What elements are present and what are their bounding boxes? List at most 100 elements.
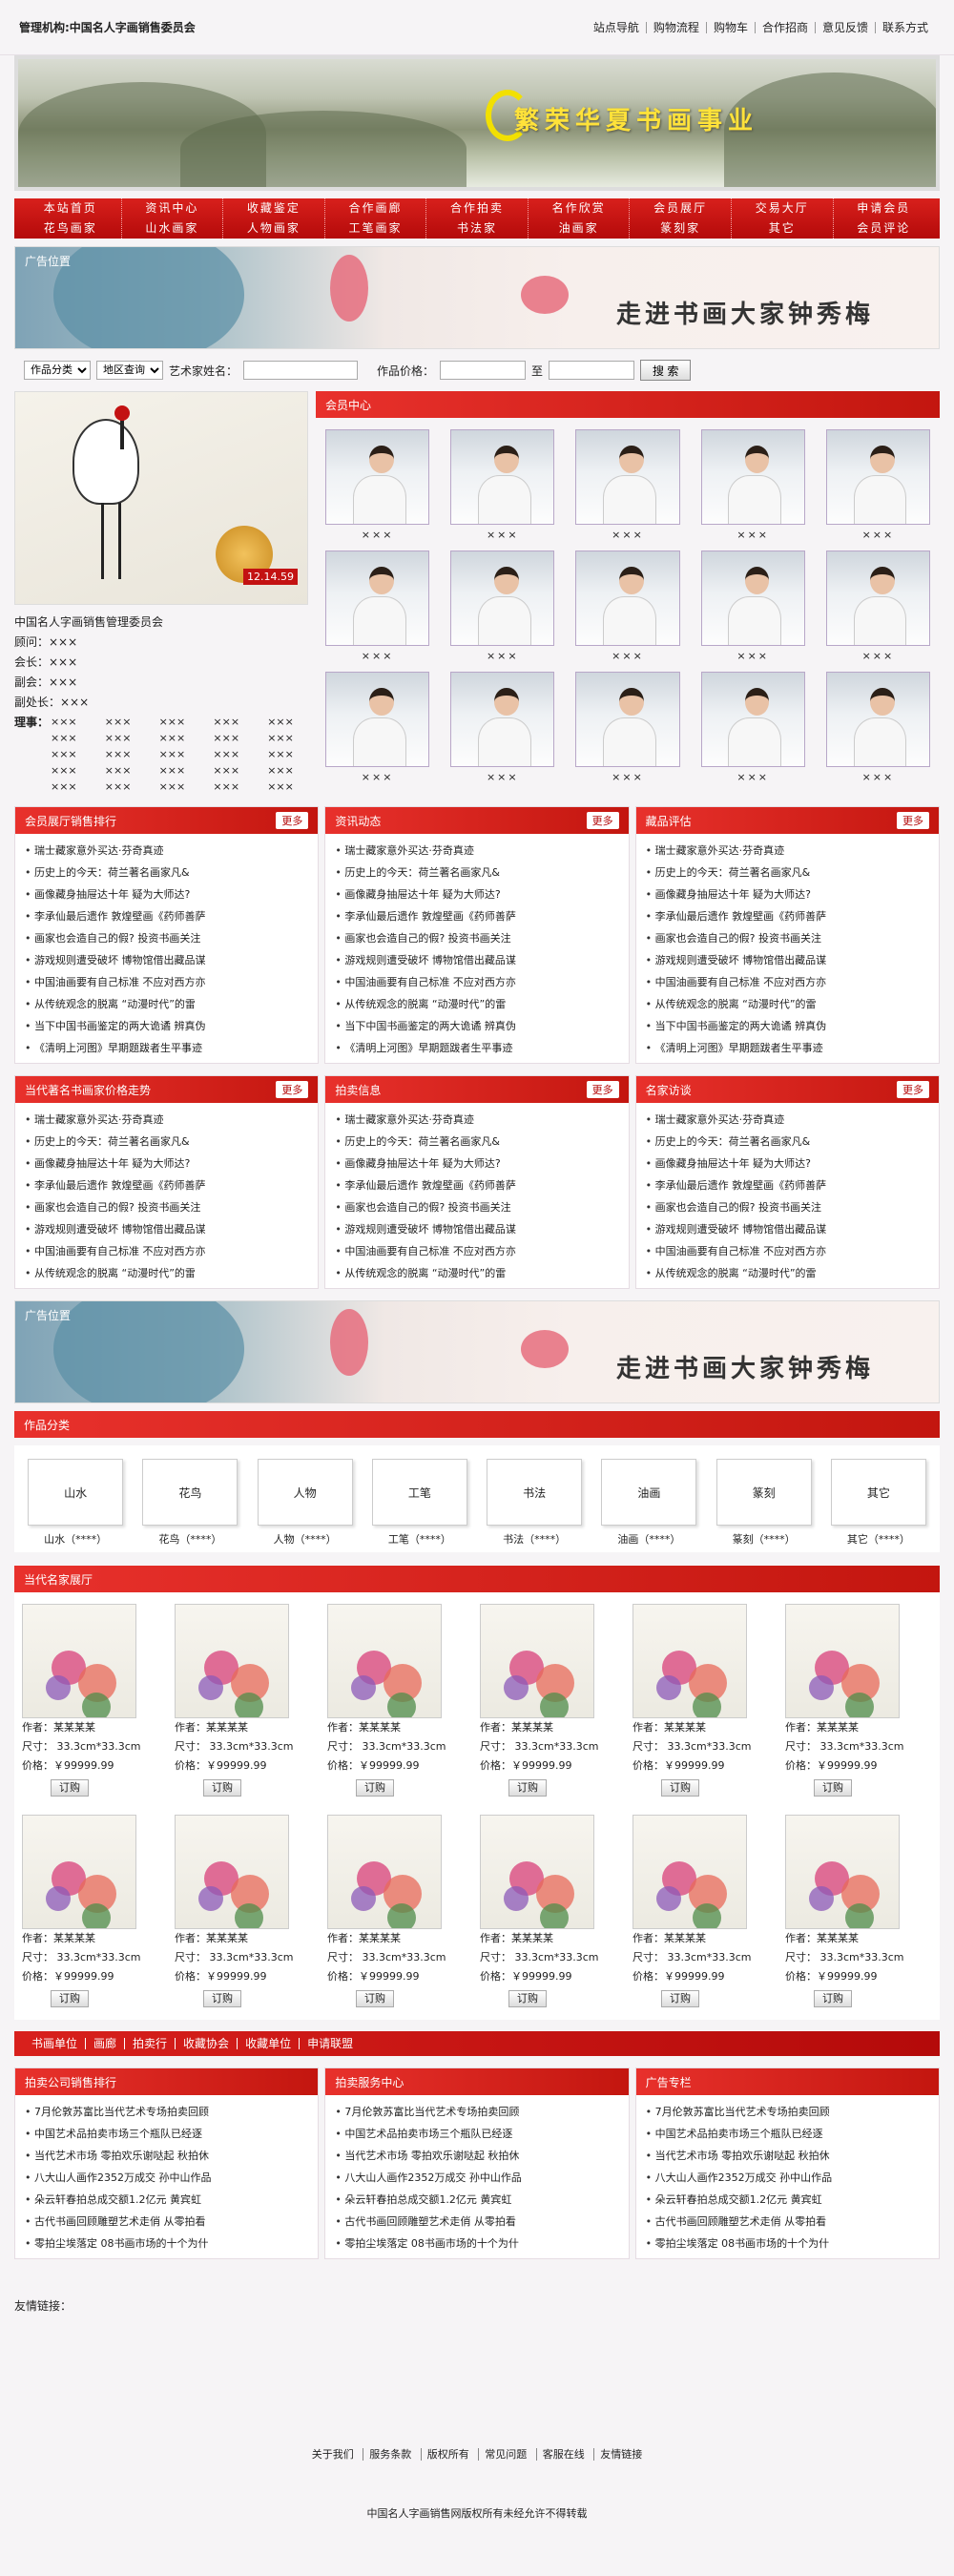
news-item[interactable]: 历史上的今天：荷兰著名画家凡& <box>646 862 933 883</box>
top-link-partner[interactable]: 合作招商 <box>754 21 815 33</box>
member-name[interactable]: ××× <box>325 650 429 662</box>
member-card[interactable]: ××× <box>575 672 680 783</box>
member-photo[interactable] <box>450 672 555 767</box>
news-item[interactable]: 中国艺术品拍卖市场三个瓶队已经逐 <box>646 2123 933 2145</box>
news-item[interactable]: 八大山人画作2352万成交 孙中山作品 <box>335 2167 622 2189</box>
member-card[interactable]: ××× <box>825 429 930 541</box>
member-card[interactable]: ××× <box>825 672 930 783</box>
news-item[interactable]: 画像藏身抽屉达十年 疑为大师达? <box>335 883 622 905</box>
work-type-caption[interactable]: 书法（****） <box>487 1531 582 1547</box>
news-item[interactable]: 7月伦敦苏富比当代艺术专场拍卖回顾 <box>646 2101 933 2123</box>
more-link[interactable]: 更多 <box>896 1081 929 1098</box>
footer-link[interactable]: 版权所有 <box>420 2448 475 2461</box>
more-link[interactable]: 更多 <box>586 812 619 829</box>
news-item[interactable]: 李承仙最后遗作 敦煌壁画《药师善萨 <box>25 1174 312 1196</box>
news-item[interactable]: 历史上的今天：荷兰著名画家凡& <box>646 1131 933 1153</box>
artwork-image[interactable] <box>175 1815 289 1929</box>
nav-item[interactable]: 资讯中心 <box>122 198 224 218</box>
news-item[interactable]: 《清明上河图》早期题跋者生平事迹 <box>646 1037 933 1059</box>
news-item[interactable]: 中国油画要有自己标准 不应对西方亦 <box>646 1240 933 1262</box>
news-item[interactable]: 画像藏身抽屉达十年 疑为大师达? <box>646 1153 933 1174</box>
top-link-feedback[interactable]: 意见反馈 <box>814 21 875 33</box>
work-type-box[interactable]: 工笔 <box>371 1459 467 1526</box>
news-item[interactable]: 画家也会造自己的假? 投资书画关注 <box>25 1196 312 1218</box>
news-item[interactable]: 零拍尘埃落定 08书画市场的十个为什 <box>335 2233 622 2254</box>
member-name[interactable]: ××× <box>826 771 930 783</box>
news-item[interactable]: 从传统观念的脱离 “动漫时代”的雷 <box>335 1262 622 1284</box>
member-name[interactable]: ××× <box>325 529 429 541</box>
news-item[interactable]: 7月伦敦苏富比当代艺术专场拍卖回顾 <box>25 2101 312 2123</box>
link-bar-item[interactable]: 收藏单位 <box>238 2038 301 2049</box>
member-card[interactable]: ××× <box>575 551 680 662</box>
member-photo[interactable] <box>450 429 555 525</box>
nav-item[interactable]: 本站首页 <box>20 198 122 218</box>
news-item[interactable]: 瑞士藏家意外买达·芬奇真迹 <box>25 840 312 862</box>
footer-link[interactable]: 关于我们 <box>306 2448 360 2461</box>
link-bar-item[interactable]: 拍卖行 <box>125 2038 176 2049</box>
news-item[interactable]: 历史上的今天：荷兰著名画家凡& <box>335 1131 622 1153</box>
member-name[interactable]: ××× <box>701 771 805 783</box>
news-item[interactable]: 当代艺术市场 零拍欢乐谢哒起 秋拍休 <box>25 2145 312 2167</box>
order-button[interactable]: 订购 <box>203 1990 241 2007</box>
artwork-image[interactable] <box>785 1815 900 1929</box>
artwork-image[interactable] <box>633 1815 747 1929</box>
news-item[interactable]: 当下中国书画鉴定的两大诡谲 辨真伪 <box>335 1015 622 1037</box>
news-item[interactable]: 画像藏身抽屉达十年 疑为大师达? <box>646 883 933 905</box>
news-item[interactable]: 《清明上河图》早期题跋者生平事迹 <box>25 1037 312 1059</box>
news-item[interactable]: 李承仙最后遗作 敦煌壁画《药师善萨 <box>335 905 622 927</box>
member-photo[interactable] <box>825 672 930 767</box>
order-button[interactable]: 订购 <box>814 1779 852 1797</box>
member-name[interactable]: ××× <box>450 650 554 662</box>
nav-item[interactable]: 收藏鉴定 <box>223 198 325 218</box>
news-item[interactable]: 画家也会造自己的假? 投资书画关注 <box>335 1196 622 1218</box>
news-item[interactable]: 画像藏身抽屉达十年 疑为大师达? <box>25 1153 312 1174</box>
nav-item[interactable]: 申请会员 <box>834 198 935 218</box>
member-name[interactable]: ××× <box>701 650 805 662</box>
order-button[interactable]: 订购 <box>51 1990 89 2007</box>
member-name[interactable]: ××× <box>575 650 679 662</box>
news-item[interactable]: 中国油画要有自己标准 不应对西方亦 <box>25 971 312 993</box>
artwork-image[interactable] <box>633 1604 747 1718</box>
work-type[interactable]: 花鸟 花鸟（****） <box>142 1459 238 1547</box>
nav-item[interactable]: 其它 <box>732 218 834 239</box>
work-type-caption[interactable]: 花鸟（****） <box>142 1531 238 1547</box>
order-button[interactable]: 订购 <box>203 1779 241 1797</box>
member-name[interactable]: ××× <box>701 529 805 541</box>
news-item[interactable]: 游戏规则遭受破坏 博物馆借出藏品谋 <box>25 949 312 971</box>
work-type-caption[interactable]: 油画（****） <box>601 1531 696 1547</box>
news-item[interactable]: 中国艺术品拍卖市场三个瓶队已经逐 <box>335 2123 622 2145</box>
news-item[interactable]: 瑞士藏家意外买达·芬奇真迹 <box>646 840 933 862</box>
news-item[interactable]: 中国油画要有自己标准 不应对西方亦 <box>646 971 933 993</box>
link-bar-item[interactable]: 申请联盟 <box>300 2038 361 2049</box>
work-type-caption[interactable]: 工笔（****） <box>372 1531 467 1547</box>
category-select[interactable]: 作品分类 <box>24 361 91 380</box>
work-type-caption[interactable]: 其它（****） <box>831 1531 926 1547</box>
nav-item[interactable]: 交易大厅 <box>732 198 834 218</box>
news-item[interactable]: 瑞士藏家意外买达·芬奇真迹 <box>335 840 622 862</box>
order-button[interactable]: 订购 <box>661 1990 699 2007</box>
work-type[interactable]: 其它 其它（****） <box>830 1459 926 1547</box>
artwork-image[interactable] <box>785 1604 900 1718</box>
news-item[interactable]: 当下中国书画鉴定的两大诡谲 辨真伪 <box>646 1015 933 1037</box>
artwork-image[interactable] <box>22 1604 136 1718</box>
footer-link[interactable]: 友情链接 <box>593 2448 649 2461</box>
order-button[interactable]: 订购 <box>661 1779 699 1797</box>
news-item[interactable]: 中国油画要有自己标准 不应对西方亦 <box>25 1240 312 1262</box>
nav-item[interactable]: 山水画家 <box>122 218 224 239</box>
member-card[interactable]: ××× <box>700 429 805 541</box>
news-item[interactable]: 当代艺术市场 零拍欢乐谢哒起 秋拍休 <box>646 2145 933 2167</box>
news-item[interactable]: 历史上的今天：荷兰著名画家凡& <box>25 862 312 883</box>
member-card[interactable]: ××× <box>700 672 805 783</box>
member-card[interactable]: ××× <box>325 672 430 783</box>
artwork-image[interactable] <box>327 1604 442 1718</box>
member-card[interactable]: ××× <box>825 551 930 662</box>
news-item[interactable]: 游戏规则遭受破坏 博物馆借出藏品谋 <box>646 949 933 971</box>
news-item[interactable]: 历史上的今天：荷兰著名画家凡& <box>25 1131 312 1153</box>
member-photo[interactable] <box>575 672 680 767</box>
price-max-input[interactable] <box>549 361 635 380</box>
order-button[interactable]: 订购 <box>508 1990 547 2007</box>
footer-link[interactable]: 常见问题 <box>478 2448 533 2461</box>
news-item[interactable]: 瑞士藏家意外买达·芬奇真迹 <box>646 1109 933 1131</box>
member-card[interactable]: ××× <box>700 551 805 662</box>
news-item[interactable]: 从传统观念的脱离 “动漫时代”的雷 <box>25 1262 312 1284</box>
